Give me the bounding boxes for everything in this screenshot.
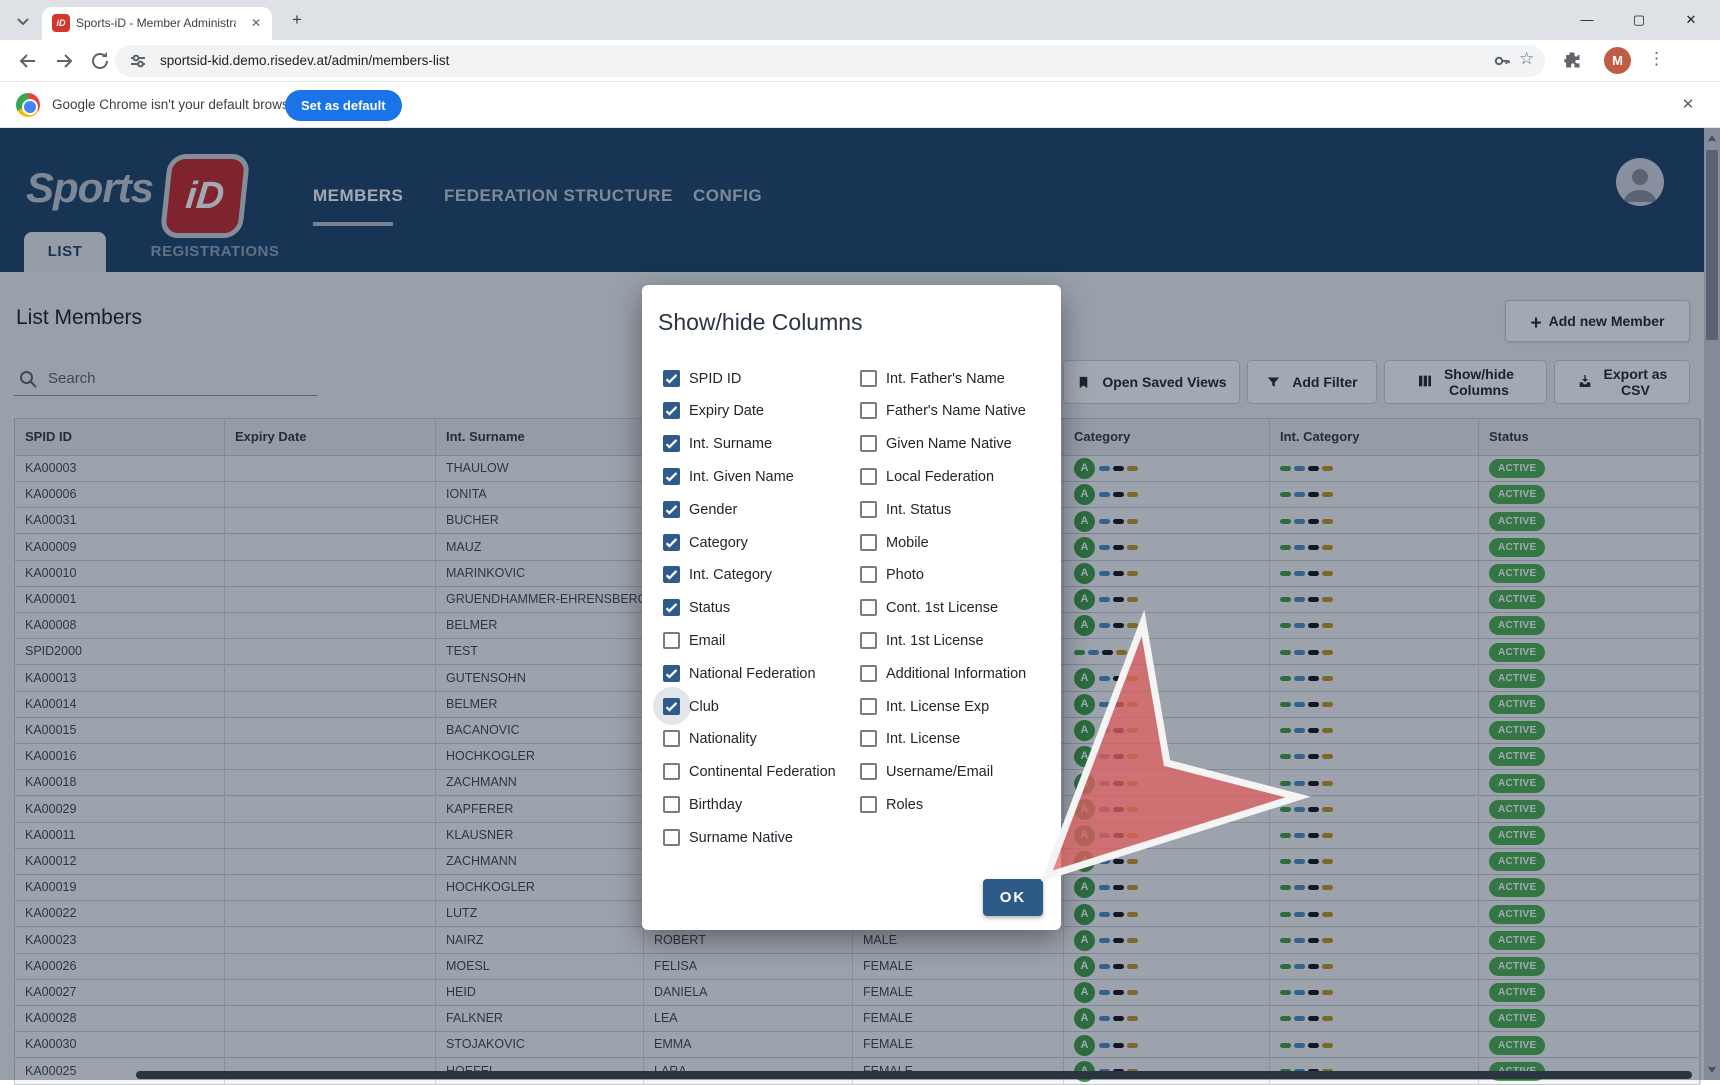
checkbox-unchecked-icon[interactable] <box>663 796 680 813</box>
checkbox-checked-icon[interactable] <box>663 599 680 616</box>
column-toggle-label: Photo <box>886 567 924 583</box>
browser-menu-kebab-icon[interactable]: ⋮ <box>1648 49 1665 69</box>
favicon: iD <box>52 14 70 32</box>
tab-title: Sports-iD - Member Administra <box>76 16 236 32</box>
column-toggle-label: Cont. 1st License <box>886 600 998 616</box>
checkbox-unchecked-icon[interactable] <box>663 763 680 780</box>
column-toggle-label: SPID ID <box>689 371 741 387</box>
back-icon[interactable] <box>16 49 40 73</box>
column-toggle-label: Club <box>689 699 719 715</box>
column-toggle-label: Int. 1st License <box>886 633 984 649</box>
checkbox-checked-icon[interactable] <box>663 665 680 682</box>
checkbox-unchecked-icon[interactable] <box>860 796 877 813</box>
checkbox-unchecked-icon[interactable] <box>860 599 877 616</box>
window-minimize-button[interactable]: — <box>1572 8 1602 32</box>
default-browser-notification: Google Chrome isn't your default browser… <box>0 82 1720 128</box>
column-toggle-label: Int. Status <box>886 502 951 518</box>
column-toggle-label: Roles <box>886 797 923 813</box>
column-toggle-label: Local Federation <box>886 469 994 485</box>
column-toggle-label: Given Name Native <box>886 436 1012 452</box>
checkbox-unchecked-icon[interactable] <box>860 665 877 682</box>
checkbox-unchecked-icon[interactable] <box>860 763 877 780</box>
new-tab-button[interactable]: + <box>286 9 308 31</box>
column-toggle-label: Gender <box>689 502 737 518</box>
checkbox-unchecked-icon[interactable] <box>860 370 877 387</box>
reload-icon[interactable] <box>88 49 112 73</box>
checkbox-checked-icon[interactable] <box>663 370 680 387</box>
column-toggle-label: Birthday <box>689 797 742 813</box>
checkbox-unchecked-icon[interactable] <box>860 435 877 452</box>
column-toggle-label: Additional Information <box>886 666 1026 682</box>
show-hide-columns-dialog: Show/hide Columns SPID ID Expiry Date Int.… <box>642 285 1061 930</box>
site-settings-icon[interactable] <box>129 52 147 75</box>
checkbox-unchecked-icon[interactable] <box>663 829 680 846</box>
column-toggle-label: Int. License Exp <box>886 699 989 715</box>
checkbox-unchecked-icon[interactable] <box>860 501 877 518</box>
checkbox-unchecked-icon[interactable] <box>860 632 877 649</box>
column-toggle-label: Email <box>689 633 725 649</box>
notification-text: Google Chrome isn't your default browser <box>52 97 301 112</box>
window-maximize-button[interactable]: ▢ <box>1624 8 1654 32</box>
column-toggle-label: Int. License <box>886 731 960 747</box>
column-toggle-label: Mobile <box>886 535 929 551</box>
checkbox-unchecked-icon[interactable] <box>663 632 680 649</box>
checkbox-unchecked-icon[interactable] <box>860 402 877 419</box>
checkbox-unchecked-icon[interactable] <box>860 698 877 715</box>
column-toggle-label: National Federation <box>689 666 816 682</box>
notification-close-icon[interactable]: ✕ <box>1678 95 1698 115</box>
browser-toolbar: sportsid-kid.demo.risedev.at/admin/membe… <box>0 40 1720 82</box>
set-as-default-button[interactable]: Set as default <box>285 90 402 121</box>
bookmark-star-icon[interactable]: ☆ <box>1519 49 1534 69</box>
checkbox-checked-icon[interactable] <box>663 402 680 419</box>
checkbox-unchecked-icon[interactable] <box>860 534 877 551</box>
checkbox-checked-icon[interactable] <box>663 435 680 452</box>
column-toggle-label: Status <box>689 600 730 616</box>
checkbox-unchecked-icon[interactable] <box>860 468 877 485</box>
column-toggle-label: Continental Federation <box>689 764 836 780</box>
ok-button[interactable]: OK <box>983 879 1043 916</box>
window-close-button[interactable]: ✕ <box>1676 8 1706 32</box>
checkbox-checked-icon[interactable] <box>663 534 680 551</box>
url-bar[interactable]: sportsid-kid.demo.risedev.at/admin/membe… <box>115 45 1545 77</box>
forward-icon[interactable] <box>52 49 76 73</box>
tab-close-icon[interactable]: ✕ <box>248 15 264 31</box>
column-toggle-label: Expiry Date <box>689 403 764 419</box>
checkbox-unchecked-icon[interactable] <box>860 566 877 583</box>
dialog-title: Show/hide Columns <box>658 309 863 336</box>
column-toggle-label: Int. Category <box>689 567 772 583</box>
password-key-icon[interactable] <box>1493 52 1511 75</box>
url-text[interactable]: sportsid-kid.demo.risedev.at/admin/membe… <box>160 53 449 68</box>
column-toggle-label: Surname Native <box>689 830 793 846</box>
column-toggle-label: Category <box>689 535 748 551</box>
checkbox-checked-icon[interactable] <box>663 566 680 583</box>
checkbox-checked-icon[interactable] <box>663 468 680 485</box>
browser-profile-avatar[interactable]: M <box>1604 47 1631 74</box>
column-toggle-label: Username/Email <box>886 764 993 780</box>
chrome-logo-icon <box>16 93 40 117</box>
checkbox-unchecked-icon[interactable] <box>860 730 877 747</box>
extensions-puzzle-icon[interactable] <box>1562 50 1586 74</box>
column-toggle-label: Nationality <box>689 731 757 747</box>
checkbox-checked-icon[interactable] <box>663 698 680 715</box>
column-toggle-label: Int. Given Name <box>689 469 794 485</box>
checkbox-unchecked-icon[interactable] <box>663 730 680 747</box>
checkbox-checked-icon[interactable] <box>663 501 680 518</box>
browser-tab[interactable]: iD Sports-iD - Member Administra ✕ <box>42 7 272 40</box>
browser-tab-strip: iD Sports-iD - Member Administra ✕ + — ▢… <box>0 0 1720 40</box>
column-toggle-label: Father's Name Native <box>886 403 1026 419</box>
tab-search-chevron-icon[interactable] <box>12 10 34 32</box>
column-toggle-label: Int. Surname <box>689 436 772 452</box>
column-toggle-label: Int. Father's Name <box>886 371 1005 387</box>
